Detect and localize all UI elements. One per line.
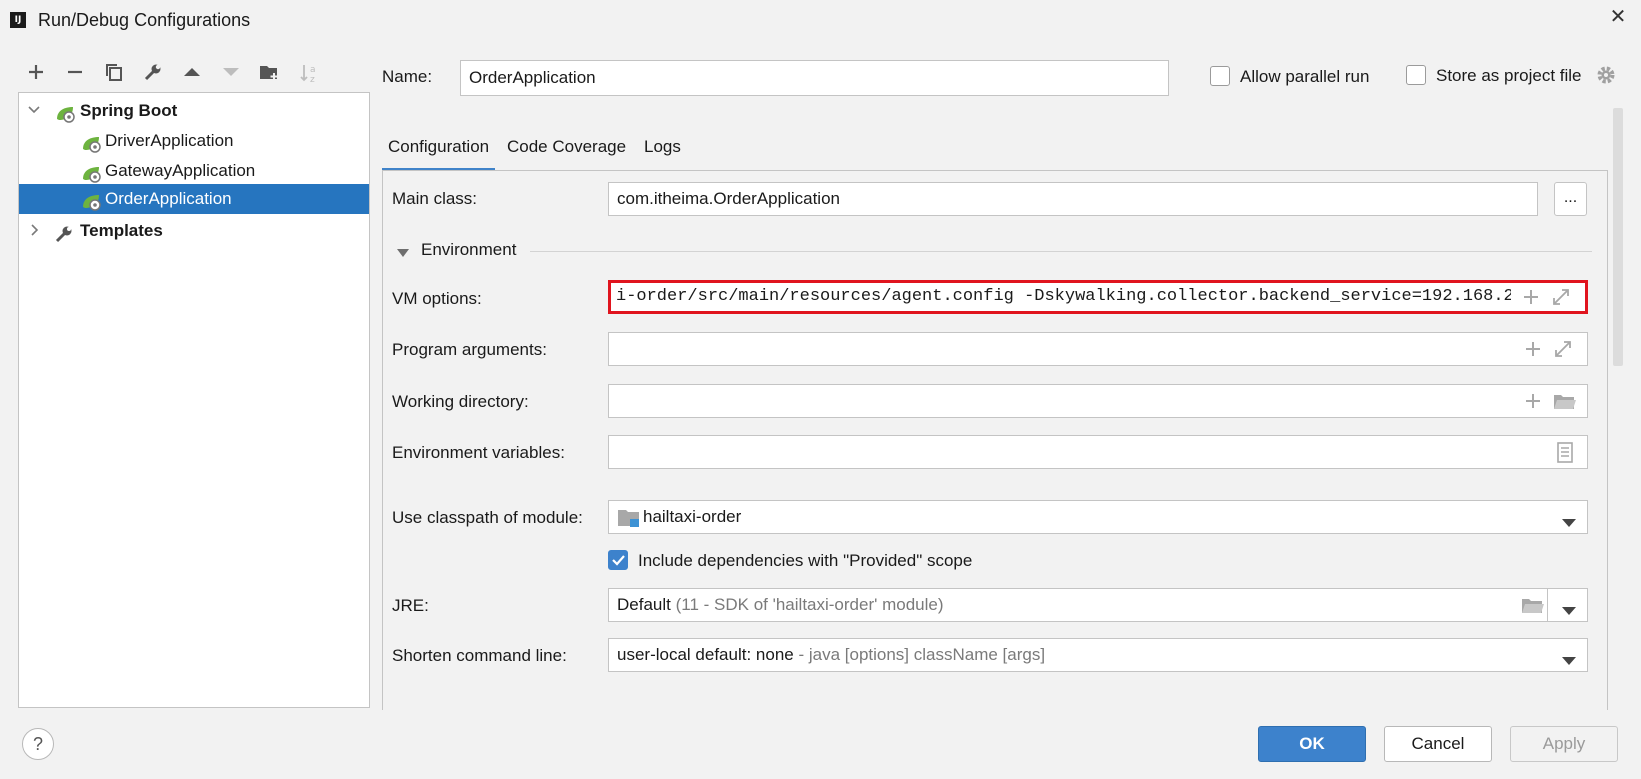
tree-item-label: GatewayApplication (105, 161, 256, 180)
vm-options-field[interactable]: i-order/src/main/resources/agent.config … (608, 280, 1588, 314)
plus-icon[interactable] (1523, 391, 1543, 411)
tree-group-label: Templates (80, 221, 163, 240)
svg-text:z: z (310, 75, 315, 84)
shorten-command-line-select[interactable]: user-local default: none - java [options… (608, 638, 1588, 672)
vm-options-value: i-order/src/main/resources/agent.config … (616, 287, 1511, 306)
copy-icon[interactable] (102, 60, 126, 84)
tab-configuration[interactable]: Configuration (382, 135, 496, 171)
name-field[interactable]: OrderApplication (460, 60, 1169, 96)
new-folder-icon[interactable] (258, 60, 282, 84)
module-folder-icon (617, 508, 641, 533)
expand-icon[interactable] (1551, 287, 1571, 307)
environment-variables-label: Environment variables: (392, 443, 565, 462)
ok-button[interactable]: OK (1258, 726, 1366, 762)
intellij-logo-icon: IJ (10, 12, 26, 28)
scrollbar-thumb[interactable] (1613, 108, 1623, 366)
tree-group-templates[interactable]: Templates (19, 216, 369, 246)
svg-text:a: a (310, 65, 316, 75)
browse-button[interactable]: ... (1554, 182, 1587, 216)
expand-icon[interactable] (1553, 339, 1573, 359)
tab-code-coverage[interactable]: Code Coverage (501, 135, 632, 171)
remove-icon[interactable] (63, 60, 87, 84)
chevron-down-icon[interactable] (1561, 513, 1577, 533)
configuration-tree[interactable]: Spring Boot DriverApplication GatewayApp… (18, 92, 370, 708)
tree-item-label: OrderApplication (105, 189, 232, 208)
name-label: Name: (382, 67, 433, 86)
main-class-field[interactable]: com.itheima.OrderApplication (608, 182, 1538, 216)
window-title: Run/Debug Configurations (38, 10, 251, 30)
tree-item-order-application[interactable]: OrderApplication (19, 184, 369, 214)
main-class-label: Main class: (392, 189, 478, 208)
spring-boot-icon (81, 191, 101, 211)
spring-boot-icon (81, 133, 101, 153)
field-divider (1547, 589, 1548, 621)
jre-hint: (11 - SDK of 'hailtaxi-order' module) (675, 595, 944, 614)
close-icon[interactable]: ✕ (1604, 4, 1632, 29)
help-button[interactable]: ? (22, 728, 54, 760)
tab-logs[interactable]: Logs (638, 135, 687, 171)
tree-group-label: Spring Boot (80, 101, 178, 120)
document-icon[interactable] (1555, 442, 1575, 463)
cancel-button[interactable]: Cancel (1384, 726, 1492, 762)
tree-item-driver-application[interactable]: DriverApplication (19, 126, 369, 156)
sort-az-icon: az (298, 60, 322, 84)
include-dependencies-checkbox[interactable] (608, 550, 628, 570)
plus-icon[interactable] (1523, 339, 1543, 359)
tree-group-spring-boot[interactable]: Spring Boot (19, 96, 369, 126)
include-dependencies-label[interactable]: Include dependencies with "Provided" sco… (638, 551, 972, 571)
jre-field[interactable]: Default (11 - SDK of 'hailtaxi-order' mo… (608, 588, 1588, 622)
working-directory-label: Working directory: (392, 392, 529, 411)
jre-label: JRE: (392, 596, 429, 615)
allow-parallel-label[interactable]: Allow parallel run (1240, 67, 1369, 87)
move-down-icon (219, 60, 243, 84)
move-up-icon[interactable] (180, 60, 204, 84)
shorten-value: user-local default: none (617, 645, 794, 664)
main-class-value: com.itheima.OrderApplication (617, 189, 840, 208)
chevron-down-icon[interactable] (1561, 651, 1577, 671)
environment-section-label: Environment (421, 240, 517, 259)
program-arguments-field[interactable] (608, 332, 1588, 366)
store-as-project-checkbox[interactable] (1406, 65, 1426, 85)
tree-item-gateway-application[interactable]: GatewayApplication (19, 156, 369, 186)
jre-value: Default (617, 595, 671, 614)
apply-button[interactable]: Apply (1510, 726, 1618, 762)
spring-boot-icon (55, 103, 75, 123)
gear-icon[interactable] (1595, 64, 1617, 86)
shorten-command-line-label: Shorten command line: (392, 646, 567, 665)
vm-options-label: VM options: (392, 289, 482, 308)
name-value: OrderApplication (469, 68, 596, 87)
chevron-down-icon[interactable] (1561, 601, 1577, 621)
store-as-project-label[interactable]: Store as project file (1436, 66, 1582, 86)
folder-icon[interactable] (1553, 391, 1577, 411)
section-divider (530, 251, 1592, 252)
wrench-icon[interactable] (141, 60, 165, 84)
classpath-module-label: Use classpath of module: (392, 508, 583, 527)
chevron-right-icon[interactable] (27, 216, 41, 256)
allow-parallel-checkbox[interactable] (1210, 66, 1230, 86)
folder-icon[interactable] (1521, 595, 1545, 615)
add-icon[interactable] (24, 60, 48, 84)
classpath-module-value: hailtaxi-order (643, 507, 742, 526)
environment-variables-field[interactable] (608, 435, 1588, 469)
shorten-hint: - java [options] className [args] (798, 645, 1046, 664)
tree-item-label: DriverApplication (105, 131, 234, 150)
jre-value-wrap: Default (11 - SDK of 'hailtaxi-order' mo… (617, 589, 944, 621)
classpath-module-select[interactable]: hailtaxi-order (608, 500, 1588, 534)
program-arguments-label: Program arguments: (392, 340, 547, 359)
checkmark-icon (612, 555, 625, 566)
wrench-icon (55, 223, 75, 243)
triangle-down-icon[interactable] (396, 244, 410, 264)
spring-boot-icon (81, 163, 101, 183)
shorten-value-wrap: user-local default: none - java [options… (617, 639, 1045, 671)
working-directory-field[interactable] (608, 384, 1588, 418)
plus-icon[interactable] (1521, 287, 1541, 307)
